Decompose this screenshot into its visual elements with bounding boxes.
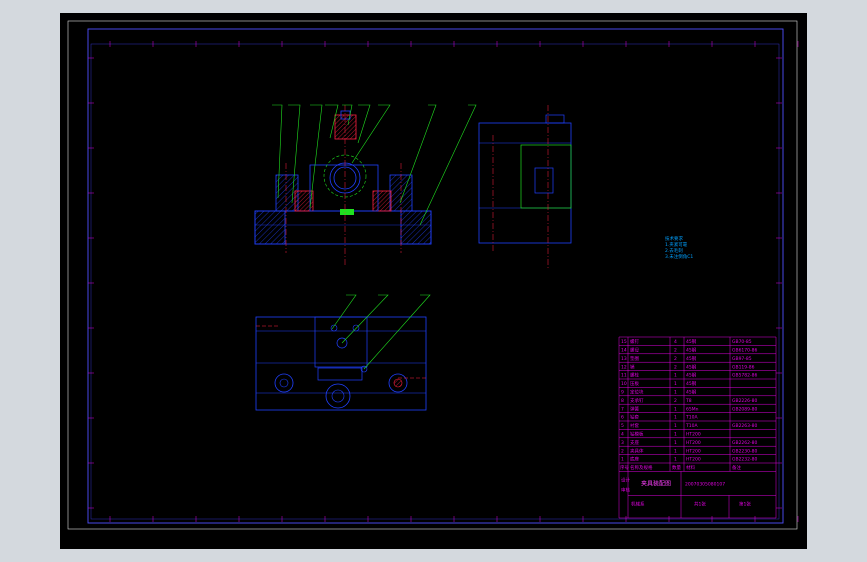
table-cell: 45钢	[686, 372, 697, 379]
table-cell: 定位块	[630, 389, 644, 396]
table-cell: HT200	[686, 448, 701, 454]
table-cell: 1	[674, 373, 677, 379]
table-cell: 支座	[630, 439, 639, 446]
side-view	[478, 105, 572, 268]
table-cell: 9	[621, 390, 624, 396]
table-cell: 14	[621, 348, 627, 354]
table-cell: 备注	[732, 464, 741, 471]
table-cell: 垫圈	[630, 355, 639, 362]
title-block: 15 螺钉 4 45钢 GB70-8514 螺母 2 45钢 GB6170-8613 垫圈 2 45钢…	[618, 336, 777, 519]
table-cell: GB5782-86	[732, 373, 758, 379]
drawing-frame	[87, 28, 784, 524]
table-cell: 10	[621, 381, 627, 387]
table-cell: 材料	[686, 464, 695, 471]
table-cell: 5	[621, 423, 624, 429]
table-cell: GB97-85	[732, 356, 752, 362]
table-cell: 45钢	[686, 380, 697, 387]
table-cell: 1	[674, 390, 677, 396]
table-cell: 螺钉	[630, 338, 639, 345]
table-cell: GB2262-80	[732, 440, 758, 446]
technical-notes: 技术要求 1.夹紧可靠 2.去毛刺 3.未注倒角C1	[665, 235, 693, 260]
cad-drawing: 技术要求 1.夹紧可靠 2.去毛刺 3.未注倒角C1 15 螺钉 4 45钢 GB70-…	[67, 20, 799, 530]
table-cell: 11	[621, 373, 627, 379]
table-cell: T8	[685, 398, 692, 404]
table-cell: 弹簧	[630, 405, 639, 412]
table-cell: 2	[674, 348, 677, 354]
table-cell: HT200	[686, 432, 701, 438]
table-cell: 螺栓	[630, 372, 639, 379]
note-line: 3.未注倒角C1	[665, 253, 693, 260]
table-cell: 1	[674, 432, 677, 438]
drawing-viewport[interactable]: 技术要求 1.夹紧可靠 2.去毛刺 3.未注倒角C1 15 螺钉 4 45钢 GB70-…	[60, 13, 807, 549]
table-cell: 钻套	[630, 414, 639, 421]
inner-frame	[90, 43, 780, 520]
table-cell: 8	[621, 398, 624, 404]
top-view	[255, 294, 431, 411]
table-cell: GB2230-80	[732, 448, 758, 454]
table-cell: HT200	[686, 440, 701, 446]
table-cell: 7	[621, 406, 624, 412]
table-cell: 12	[621, 364, 627, 370]
table-cell: 20070305080107	[685, 481, 725, 487]
table-cell: 1	[674, 457, 677, 463]
table-cell: 45钢	[686, 338, 697, 345]
table-cell: 1	[674, 448, 677, 454]
table-cell: 共1张	[694, 500, 706, 507]
table-cell: 1	[674, 406, 677, 412]
table-cell: 4	[674, 339, 677, 345]
table-cell: 4	[621, 432, 624, 438]
table-cell: GB119-86	[732, 364, 755, 370]
table-cell: 夹具体	[630, 447, 644, 454]
table-cell: 45钢	[686, 389, 697, 396]
table-cell: 审核	[621, 486, 630, 493]
table-cell: 第1张	[739, 500, 751, 507]
table-cell: 销	[630, 363, 635, 370]
note-line: 2.去毛刺	[665, 247, 683, 254]
table-cell: 1	[674, 423, 677, 429]
table-cell: HT200	[686, 457, 701, 463]
table-cell: 6	[621, 415, 624, 421]
table-cell: GB2089-80	[732, 406, 758, 412]
table-cell: 1	[621, 457, 624, 463]
table-cell: 45钢	[686, 363, 697, 370]
table-cell: 65Mn	[686, 406, 699, 412]
table-cell: GB2226-80	[732, 398, 758, 404]
table-cell: GB6170-86	[732, 348, 758, 354]
table-cell: T10A	[685, 415, 698, 421]
table-cell: 45钢	[686, 347, 697, 354]
table-cell: 45钢	[686, 355, 697, 362]
table-cell: 15	[621, 339, 627, 345]
table-cell: GB2232-80	[732, 457, 758, 463]
table-cell: 名称及规格	[630, 464, 653, 471]
table-cell: 数量	[672, 464, 681, 471]
note-line: 技术要求	[665, 235, 683, 242]
table-cell: 衬套	[630, 422, 639, 429]
table-cell: 2	[674, 364, 677, 370]
table-cell: 压板	[630, 380, 639, 387]
table-cell: 13	[621, 356, 627, 362]
table-cell: 1	[674, 415, 677, 421]
table-cell: 底座	[630, 456, 639, 463]
table-cell: 2	[621, 448, 624, 454]
table-cell: 支承钉	[630, 397, 644, 404]
table-cell: 3	[621, 440, 624, 446]
table-cell: 螺母	[630, 347, 639, 354]
table-cell: 2	[674, 356, 677, 362]
note-line: 1.夹紧可靠	[665, 241, 688, 248]
table-cell: GB70-85	[732, 339, 752, 345]
table-cell: 钻模板	[630, 431, 644, 438]
table-cell: 1	[674, 440, 677, 446]
table-cell: 夹具装配图	[641, 479, 671, 487]
front-section-view	[254, 104, 477, 265]
table-cell: 2	[674, 398, 677, 404]
table-cell: T10A	[685, 423, 698, 429]
table-cell: GB2263-80	[732, 423, 758, 429]
table-cell: 1	[674, 381, 677, 387]
table-cell: 设计	[621, 476, 630, 483]
table-cell: 机械系	[631, 500, 645, 507]
